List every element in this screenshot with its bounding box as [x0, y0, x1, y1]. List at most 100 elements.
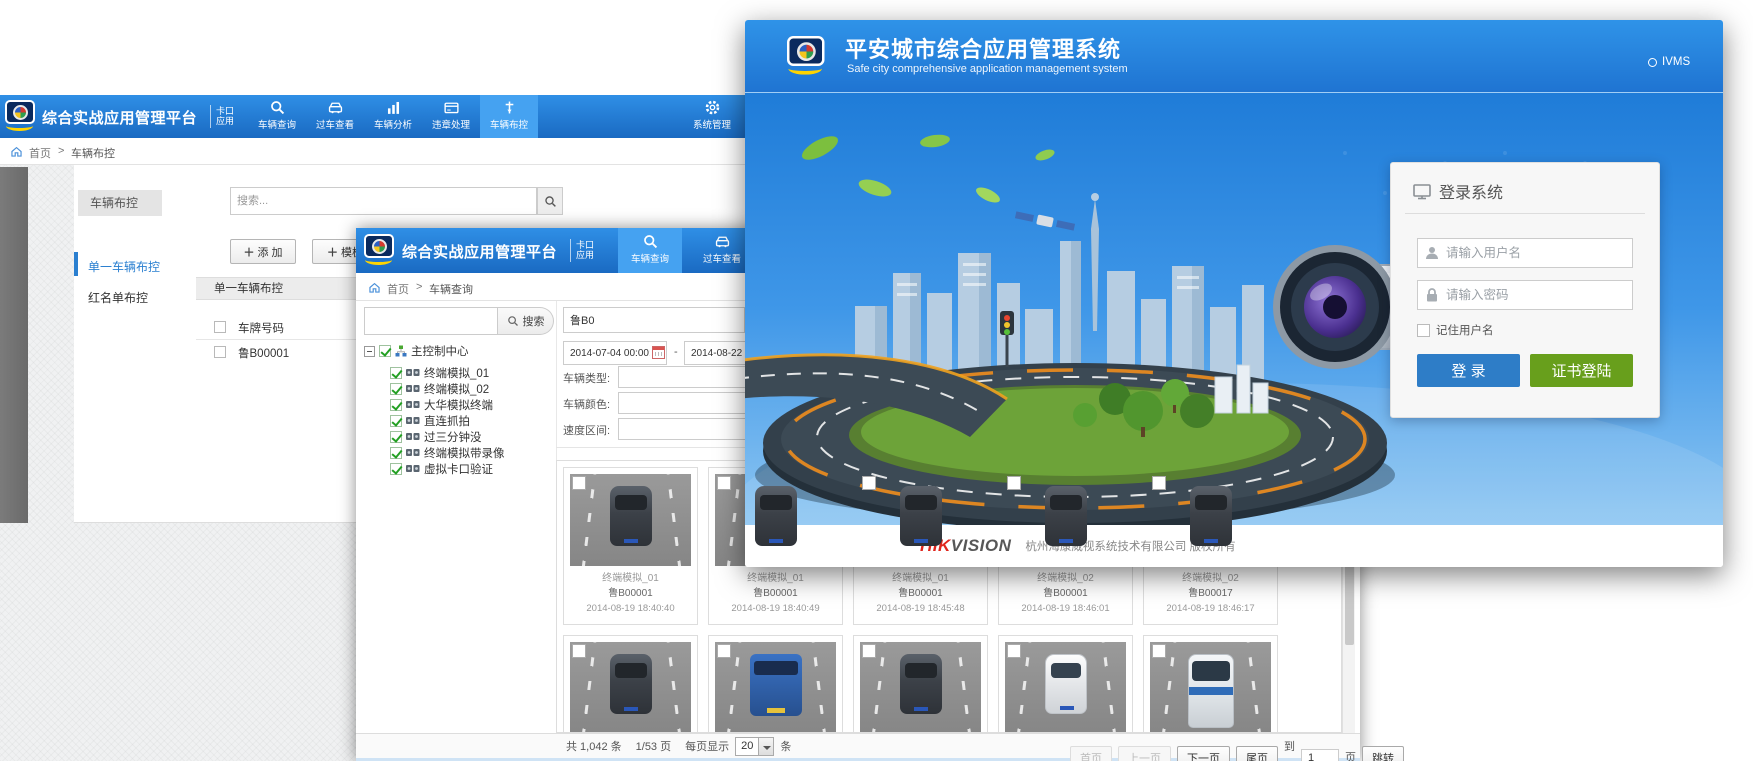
prev-page-button[interactable]: 上一页	[1118, 746, 1171, 761]
nav-item-vehicle-query[interactable]: 车辆查询	[248, 95, 306, 138]
winA-collapsed-strip[interactable]	[0, 167, 28, 523]
tree-item-label[interactable]: 终端模拟_01	[424, 365, 489, 381]
home-icon[interactable]	[10, 145, 23, 158]
result-card[interactable]	[853, 635, 988, 733]
capture-photo[interactable]	[1005, 642, 1126, 733]
row-checkbox[interactable]	[214, 346, 226, 358]
result-card[interactable]: 终端模拟_01 鲁B00001 2014-08-19 18:40:40	[563, 467, 698, 625]
capture-photo[interactable]	[1150, 642, 1271, 733]
winC-subtitle: Safe city comprehensive application mana…	[847, 63, 1128, 75]
tree-checkbox[interactable]	[379, 345, 391, 357]
calendar-icon[interactable]	[652, 346, 665, 359]
goto-unit: 页	[1345, 748, 1356, 761]
nav-item-violation[interactable]: 违章处理	[422, 95, 480, 138]
nav-item-vehicle-analysis[interactable]: 车辆分析	[364, 95, 422, 138]
photo-checkbox[interactable]	[862, 644, 876, 658]
photo-checkbox[interactable]	[1152, 644, 1166, 658]
photo-checkbox[interactable]	[1007, 476, 1021, 490]
login-button[interactable]: 登 录	[1417, 354, 1520, 387]
password-field-wrap	[1417, 280, 1633, 310]
photo-checkbox[interactable]	[717, 476, 731, 490]
app-tag-top: 卡口	[576, 240, 594, 250]
tree-item-label[interactable]: 虚拟卡口验证	[424, 461, 493, 477]
capture-time: 2014-08-19 18:45:48	[860, 601, 981, 616]
capture-photo[interactable]	[570, 642, 691, 733]
tree-checkbox[interactable]	[390, 447, 402, 459]
tree-item[interactable]: 终端模拟_01	[390, 365, 489, 381]
user-icon	[1424, 245, 1440, 261]
nav-item-vehicle-control[interactable]: 车辆布控	[480, 95, 538, 138]
tree-item[interactable]: 过三分钟没	[390, 429, 482, 445]
tree-checkbox[interactable]	[390, 399, 402, 411]
tree-item-label[interactable]: 终端模拟带录像	[424, 445, 505, 461]
screenshot-stage: 综合实战应用管理平台 卡口 应用 车辆查询 过车查看 车辆分析 违章处理	[0, 0, 1753, 761]
jump-button[interactable]: 跳转	[1362, 746, 1404, 761]
gear-icon	[704, 99, 721, 116]
result-card[interactable]	[998, 635, 1133, 733]
tree-checkbox[interactable]	[390, 431, 402, 443]
photo-checkbox[interactable]	[1007, 644, 1021, 658]
tree-item-label[interactable]: 大华模拟终端	[424, 397, 493, 413]
select-all-checkbox[interactable]	[214, 321, 226, 333]
nav-item-system-management[interactable]: 系统管理	[683, 95, 741, 138]
tree-root-row[interactable]: 主控制中心	[364, 343, 469, 359]
tree-item-label[interactable]: 直连抓拍	[424, 413, 470, 429]
plate-filter-input[interactable]	[563, 307, 745, 333]
capture-photo[interactable]	[715, 642, 836, 733]
nav-item-vehicle-query[interactable]: 车辆查询	[618, 228, 682, 273]
tree-item[interactable]: 大华模拟终端	[390, 397, 493, 413]
home-icon[interactable]	[368, 281, 381, 294]
collapse-icon[interactable]	[364, 346, 375, 357]
capture-photo[interactable]	[570, 474, 691, 566]
capture-plate: 鲁B00001	[570, 586, 691, 601]
photo-checkbox[interactable]	[862, 476, 876, 490]
breadcrumb-home[interactable]: 首页	[29, 145, 51, 161]
nav-item-passing-view[interactable]: 过车查看	[306, 95, 364, 138]
sidebar-item-red-list-control[interactable]: 红名单布控	[88, 289, 148, 306]
remember-checkbox[interactable]	[1417, 324, 1430, 337]
certificate-login-button[interactable]: 证书登陆	[1530, 354, 1633, 387]
per-page-select[interactable]: 20	[735, 737, 774, 756]
tree-item[interactable]: 虚拟卡口验证	[390, 461, 493, 477]
sidebar-item-single-vehicle-control[interactable]: 单一车辆布控	[88, 258, 160, 275]
logo-lens-icon	[372, 239, 387, 254]
next-page-button[interactable]: 下一页	[1177, 746, 1230, 761]
result-card[interactable]	[1143, 635, 1278, 733]
winA-search-button[interactable]	[537, 187, 563, 215]
vehicle-car-icon	[900, 486, 942, 546]
tree-item-label[interactable]: 过三分钟没	[424, 429, 482, 445]
tree-search-input[interactable]	[364, 307, 498, 335]
winA-search-input[interactable]	[230, 187, 537, 215]
logo-lens-icon	[13, 105, 28, 120]
tree-item[interactable]: 终端模拟_02	[390, 381, 489, 397]
photo-checkbox[interactable]	[1152, 476, 1166, 490]
tree-checkbox[interactable]	[390, 463, 402, 475]
tree-search-button[interactable]: 搜索	[498, 307, 554, 335]
tree-item[interactable]: 直连抓拍	[390, 413, 470, 429]
photo-checkbox[interactable]	[572, 644, 586, 658]
username-field[interactable]	[1417, 238, 1633, 268]
tree-root-label[interactable]: 主控制中心	[411, 343, 469, 359]
column-plate[interactable]: 车牌号码	[238, 320, 284, 336]
add-button[interactable]: ＋ 添 加	[230, 239, 296, 264]
ivms-badge: IVMS	[1648, 56, 1690, 68]
password-field[interactable]	[1417, 280, 1633, 310]
result-card[interactable]	[708, 635, 843, 733]
breadcrumb-separator: >	[58, 145, 64, 157]
photo-checkbox[interactable]	[572, 476, 586, 490]
tree-checkbox[interactable]	[390, 367, 402, 379]
capture-photo[interactable]	[860, 642, 981, 733]
tree-checkbox[interactable]	[390, 383, 402, 395]
vehicle-car-icon	[1190, 486, 1232, 546]
photo-checkbox[interactable]	[717, 644, 731, 658]
tree-checkbox[interactable]	[390, 415, 402, 427]
winC-title: 平安城市综合应用管理系统	[845, 32, 1121, 64]
goto-page-input[interactable]	[1301, 749, 1339, 761]
capture-camera: 终端模拟_01	[860, 571, 981, 586]
tree-item[interactable]: 终端模拟带录像	[390, 445, 505, 461]
breadcrumb-home[interactable]: 首页	[387, 281, 409, 297]
first-page-button[interactable]: 首页	[1070, 746, 1112, 761]
tree-item-label[interactable]: 终端模拟_02	[424, 381, 489, 397]
result-card[interactable]	[563, 635, 698, 733]
last-page-button[interactable]: 尾页	[1236, 746, 1278, 761]
